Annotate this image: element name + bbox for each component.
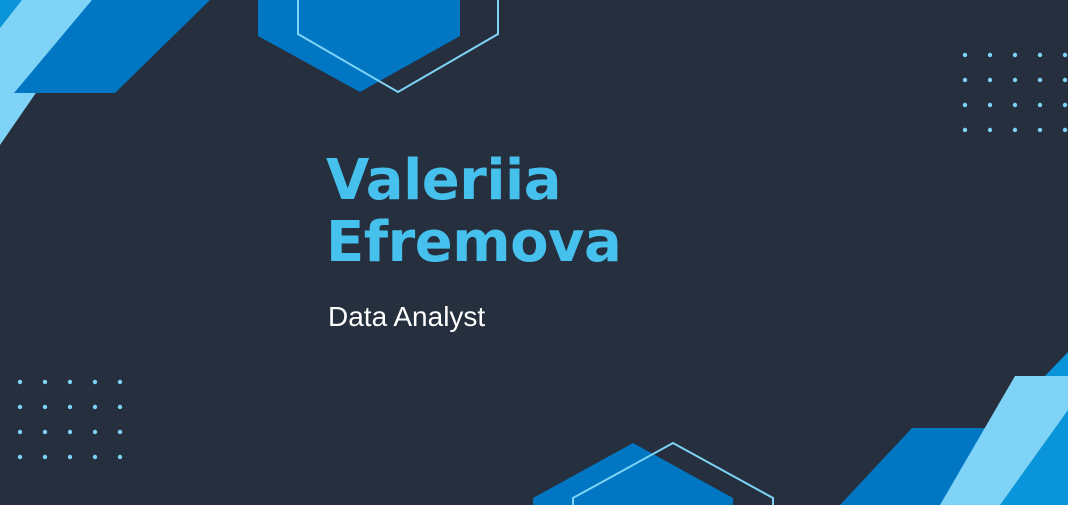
last-name: Efremova (326, 210, 622, 275)
top-right-dot-grid (962, 52, 1068, 133)
profile-banner: Valeriia Efremova Data Analyst (0, 0, 1068, 505)
first-name: Valeriia (326, 148, 562, 213)
bottom-right-corner-stripe (1045, 352, 1068, 376)
bottom-hexagon-filled (533, 443, 733, 505)
profile-name: Valeriia Efremova (326, 148, 622, 275)
top-hexagon-filled (258, 0, 460, 92)
job-title: Data Analyst (328, 301, 486, 332)
bottom-left-dot-grid (17, 379, 123, 460)
